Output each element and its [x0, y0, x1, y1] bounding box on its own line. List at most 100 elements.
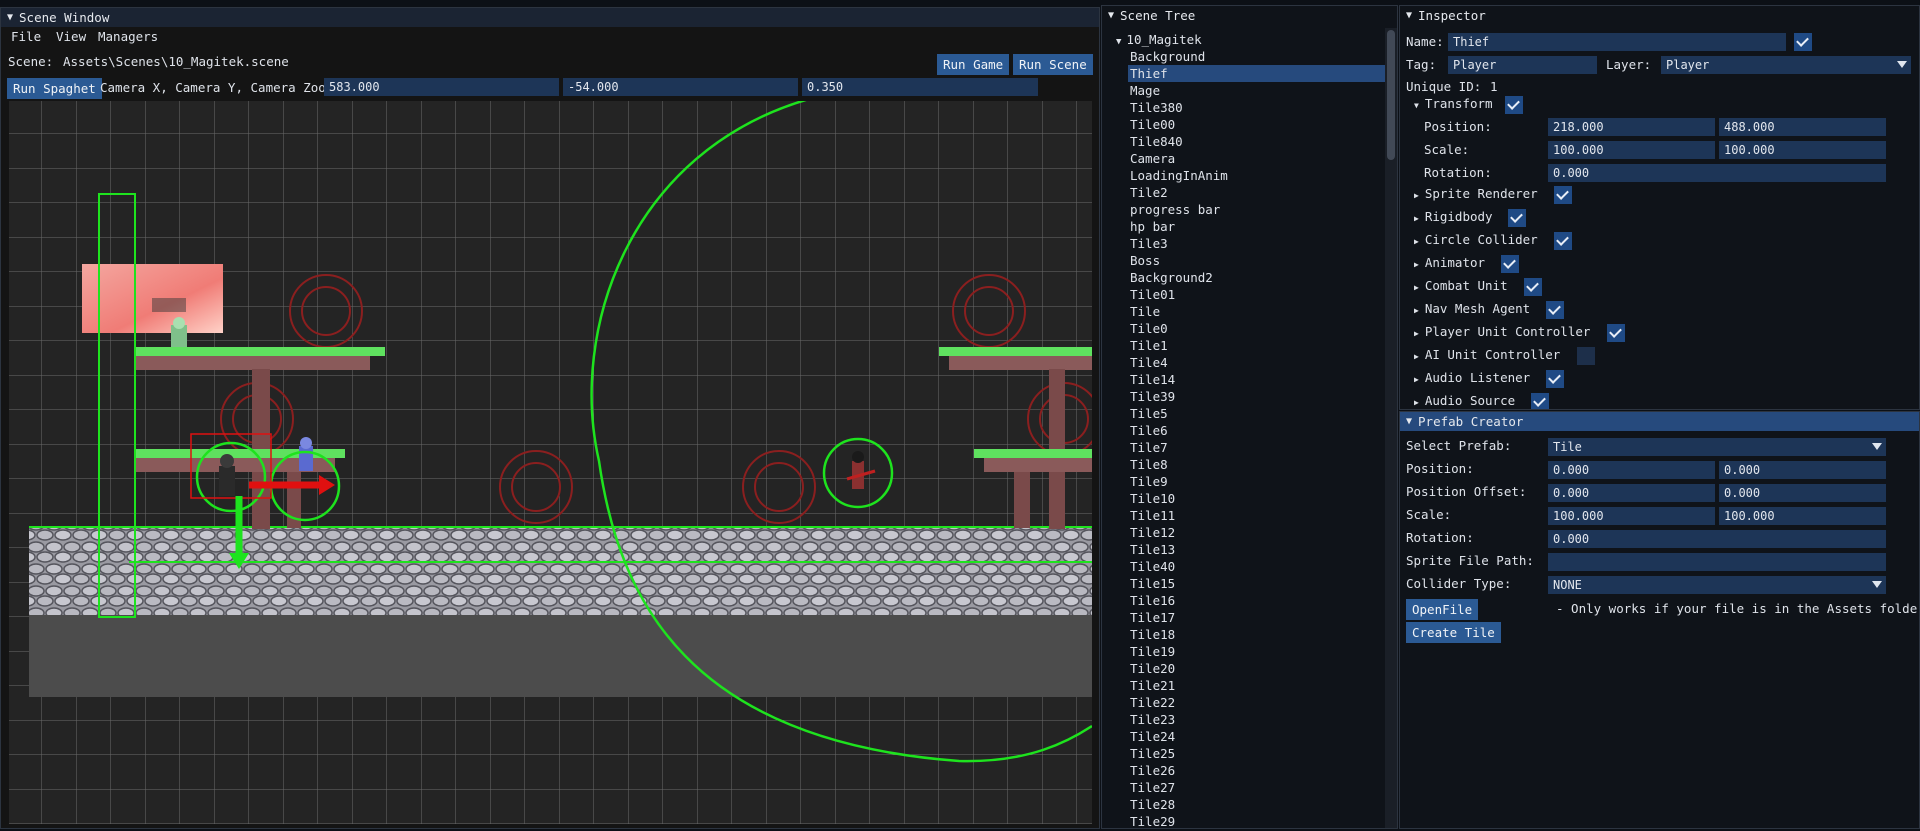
scene-tree-titlebar[interactable]: ▼ Scene Tree	[1102, 6, 1397, 25]
component-enabled-checkbox[interactable]	[1577, 347, 1595, 365]
prefab-rotation-input[interactable]: 0.000	[1548, 530, 1886, 548]
collapse-icon[interactable]: ▼	[1406, 416, 1412, 427]
component-header[interactable]: ▶ Nav Mesh Agent	[1414, 301, 1530, 316]
collapse-icon[interactable]: ▼	[7, 12, 13, 23]
expand-icon[interactable]: ▶	[1414, 329, 1419, 338]
tree-item[interactable]: Tile21	[1130, 677, 1175, 694]
camera-zoom-input[interactable]: 0.350	[802, 78, 1038, 96]
tree-item[interactable]: Tile20	[1130, 660, 1175, 677]
prefab-position-x[interactable]: 0.000	[1548, 461, 1715, 479]
component-enabled-checkbox[interactable]	[1546, 370, 1564, 388]
tree-item[interactable]: progress bar	[1130, 201, 1220, 218]
tag-input[interactable]: Player	[1448, 56, 1597, 74]
tree-item[interactable]: hp bar	[1130, 218, 1175, 235]
transform-header[interactable]: ▼ Transform	[1414, 96, 1493, 111]
tree-expand-icon[interactable]: ▼	[1116, 37, 1121, 47]
tree-item[interactable]: Tile380	[1130, 99, 1183, 116]
tree-item[interactable]: Tile12	[1130, 524, 1175, 541]
component-header[interactable]: ▶ Sprite Renderer	[1414, 186, 1538, 201]
tree-item[interactable]: Tile6	[1130, 422, 1168, 439]
tree-item[interactable]: Tile10	[1130, 490, 1175, 507]
prefab-scale-y[interactable]: 100.000	[1719, 507, 1886, 525]
tree-item[interactable]: Tile840	[1130, 133, 1183, 150]
tree-item[interactable]: Tile22	[1130, 694, 1175, 711]
tree-item[interactable]: Tile18	[1130, 626, 1175, 643]
tree-item[interactable]: Tile2	[1130, 184, 1168, 201]
transform-checkbox[interactable]	[1505, 96, 1523, 114]
inspector-scrollbar[interactable]	[1907, 28, 1919, 408]
component-header[interactable]: ▶ Rigidbody	[1414, 209, 1493, 224]
collapse-icon[interactable]: ▼	[1406, 10, 1412, 21]
tree-item[interactable]: Tile24	[1130, 728, 1175, 745]
prefab-titlebar[interactable]: ▼ Prefab Creator	[1400, 412, 1919, 431]
tree-item[interactable]: Tile13	[1130, 541, 1175, 558]
camera-x-input[interactable]: 583.000	[324, 78, 559, 96]
tree-item[interactable]: Tile8	[1130, 456, 1168, 473]
tree-item[interactable]: Tile14	[1130, 371, 1175, 388]
tree-item[interactable]: Tile29	[1130, 813, 1175, 828]
tree-item[interactable]: Tile	[1130, 303, 1160, 320]
tree-item[interactable]: Tile1	[1130, 337, 1168, 354]
tree-item[interactable]: Tile5	[1130, 405, 1168, 422]
inspector-titlebar[interactable]: ▼ Inspector	[1400, 6, 1919, 25]
menu-view[interactable]: View	[56, 29, 86, 44]
scene-tree-scrollthumb[interactable]	[1387, 30, 1395, 160]
run-game-button[interactable]: Run Game	[937, 54, 1010, 75]
scene-viewport[interactable]	[9, 101, 1092, 824]
tree-item[interactable]: Tile0	[1130, 320, 1168, 337]
component-header[interactable]: ▶ Combat Unit	[1414, 278, 1508, 293]
tree-item[interactable]: Camera	[1130, 150, 1175, 167]
component-enabled-checkbox[interactable]	[1501, 255, 1519, 273]
expand-icon[interactable]: ▶	[1414, 398, 1419, 407]
active-checkbox[interactable]	[1794, 33, 1812, 51]
openfile-button[interactable]: OpenFile	[1406, 599, 1479, 620]
run-scene-button[interactable]: Run Scene	[1013, 54, 1093, 75]
tree-item[interactable]: Tile23	[1130, 711, 1175, 728]
menu-file[interactable]: File	[11, 29, 41, 44]
tree-item[interactable]: Boss	[1130, 252, 1160, 269]
tree-item[interactable]: LoadingInAnim	[1130, 167, 1228, 184]
tree-item[interactable]: Tile27	[1130, 779, 1175, 796]
create-tile-button[interactable]: Create Tile	[1406, 622, 1501, 643]
component-enabled-checkbox[interactable]	[1508, 209, 1526, 227]
tree-item[interactable]: Background2	[1130, 269, 1213, 286]
component-enabled-checkbox[interactable]	[1554, 186, 1572, 204]
expand-icon[interactable]: ▼	[1414, 101, 1419, 110]
menu-managers[interactable]: Managers	[98, 29, 158, 44]
tree-item[interactable]: Tile00	[1130, 116, 1175, 133]
tree-item[interactable]: Tile7	[1130, 439, 1168, 456]
component-header[interactable]: ▶ Audio Listener	[1414, 370, 1530, 385]
prefab-offset-y[interactable]: 0.000	[1719, 484, 1886, 502]
expand-icon[interactable]: ▶	[1414, 283, 1419, 292]
tree-item[interactable]: Tile16	[1130, 592, 1175, 609]
tree-item[interactable]: Tile19	[1130, 643, 1175, 660]
prefab-offset-x[interactable]: 0.000	[1548, 484, 1715, 502]
expand-icon[interactable]: ▶	[1414, 214, 1419, 223]
tree-item[interactable]: Tile11	[1130, 507, 1175, 524]
scale-x-input[interactable]: 100.000	[1548, 141, 1715, 159]
position-x-input[interactable]: 218.000	[1548, 118, 1715, 136]
layer-select[interactable]: Player	[1661, 56, 1911, 74]
collapse-icon[interactable]: ▼	[1108, 10, 1114, 21]
expand-icon[interactable]: ▶	[1414, 260, 1419, 269]
rotation-input[interactable]: 0.000	[1548, 164, 1886, 182]
component-enabled-checkbox[interactable]	[1524, 278, 1542, 296]
scale-y-input[interactable]: 100.000	[1719, 141, 1886, 159]
sprite-path-input[interactable]	[1548, 553, 1886, 571]
select-prefab-dropdown[interactable]: Tile	[1548, 438, 1886, 456]
tree-item[interactable]: Tile01	[1130, 286, 1175, 303]
component-header[interactable]: ▶ Audio Source	[1414, 393, 1515, 408]
tree-item[interactable]: Tile9	[1130, 473, 1168, 490]
component-enabled-checkbox[interactable]	[1531, 393, 1549, 409]
tree-item[interactable]: Tile4	[1130, 354, 1168, 371]
name-input[interactable]: Thief	[1448, 33, 1786, 51]
expand-icon[interactable]: ▶	[1414, 191, 1419, 200]
component-enabled-checkbox[interactable]	[1607, 324, 1625, 342]
tree-item[interactable]: Tile40	[1130, 558, 1175, 575]
component-header[interactable]: ▶ Player Unit Controller	[1414, 324, 1590, 339]
tree-item[interactable]: Tile26	[1130, 762, 1175, 779]
expand-icon[interactable]: ▶	[1414, 352, 1419, 361]
expand-icon[interactable]: ▶	[1414, 375, 1419, 384]
component-header[interactable]: ▶ Circle Collider	[1414, 232, 1538, 247]
tree-item[interactable]: Mage	[1130, 82, 1160, 99]
